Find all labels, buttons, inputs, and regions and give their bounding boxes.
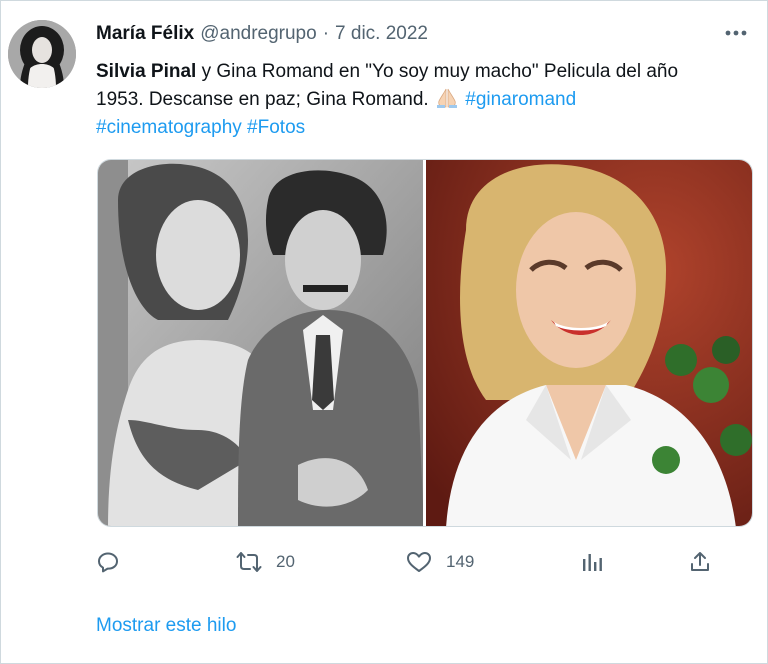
media-photo-1[interactable] [98, 160, 423, 526]
more-dots-icon [725, 30, 747, 36]
hashtag-cinematography[interactable]: #cinematography [96, 117, 242, 138]
tweet-header: María Félix @andregrupo · 7 dic. 2022 [96, 23, 428, 49]
reply-icon [98, 552, 118, 573]
tweet-date[interactable]: 7 dic. 2022 [335, 23, 428, 45]
mention-silvia-pinal: Silvia Pinal [96, 61, 197, 82]
tweet-text: Silvia Pinal y Gina Romand en "Yo soy mu… [96, 58, 716, 142]
hashtag-fotos[interactable]: #Fotos [247, 117, 305, 138]
share-button[interactable] [688, 547, 712, 577]
author-avatar[interactable] [8, 20, 76, 88]
tweet-media-grid [97, 159, 753, 527]
black-and-white-film-still-icon [98, 160, 423, 526]
author-display-name[interactable]: María Félix [96, 23, 194, 45]
analytics-icon [583, 554, 602, 571]
portrait-avatar-icon [8, 20, 76, 88]
like-count: 149 [446, 552, 475, 571]
share-icon [691, 552, 709, 571]
header-separator: · [322, 23, 330, 44]
color-portrait-photo-icon [426, 160, 752, 526]
like-button[interactable]: 149 [406, 547, 474, 577]
tweet-actions: 20 149 [96, 547, 726, 577]
retweet-count: 20 [276, 552, 295, 571]
folded-hands-icon [434, 87, 460, 109]
show-thread-link[interactable]: Mostrar este hilo [96, 615, 236, 637]
retweet-icon [236, 552, 262, 572]
media-photo-2[interactable] [426, 160, 752, 526]
analytics-button[interactable] [580, 547, 604, 577]
reply-button[interactable] [96, 547, 134, 577]
more-options-button[interactable] [721, 21, 751, 45]
hashtag-ginaromand[interactable]: #ginaromand [465, 89, 576, 110]
heart-icon [407, 552, 431, 572]
retweet-button[interactable]: 20 [236, 547, 295, 577]
tweet-card[interactable]: María Félix @andregrupo · 7 dic. 2022 Si… [0, 0, 768, 664]
author-handle[interactable]: @andregrupo [200, 23, 316, 45]
